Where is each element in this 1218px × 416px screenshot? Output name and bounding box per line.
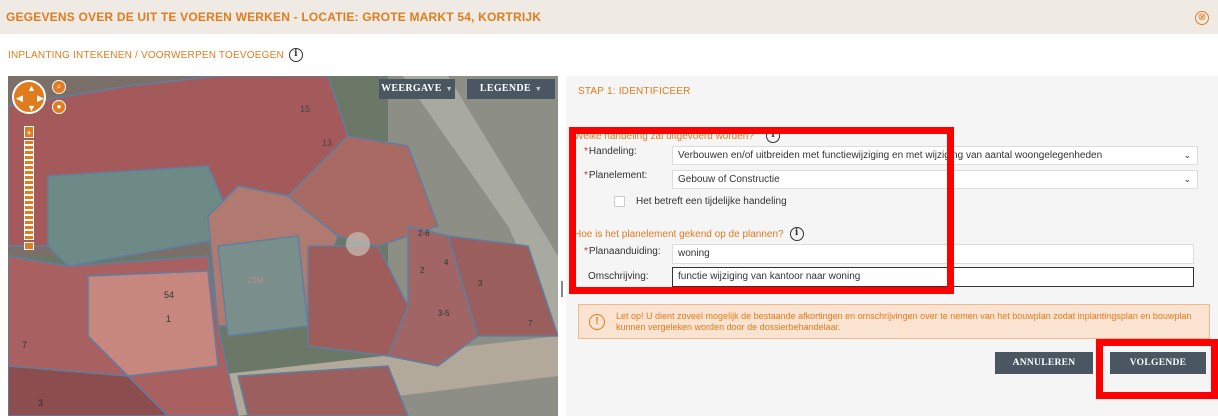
pan-right-icon[interactable]: ▶ xyxy=(37,93,44,104)
parcel-label: 3 xyxy=(478,279,483,288)
location-pin-icon[interactable]: ● xyxy=(52,100,66,114)
parcel-label: 7 xyxy=(22,340,27,350)
parcel-label: 1 xyxy=(166,314,171,324)
parcel-label: 21M xyxy=(248,276,264,285)
legende-button[interactable]: LEGENDE ▼ xyxy=(467,79,555,99)
chevron-down-icon: ▼ xyxy=(534,85,543,93)
map-canvas: 15 13 54 1 21M 7 3 2 4 3-5 2-6 3 7 xyxy=(8,76,558,416)
chevron-down-icon: ⌄ xyxy=(1183,150,1191,160)
chevron-down-icon: ⌄ xyxy=(1183,174,1191,184)
dialog-header: GEGEVENS OVER DE UIT TE VOEREN WERKEN - … xyxy=(0,0,1218,34)
parcel-label: 4 xyxy=(444,258,449,267)
map-view[interactable]: 15 13 54 1 21M 7 3 2 4 3-5 2-6 3 7 ▲ ▼ ◀… xyxy=(8,76,558,416)
parcel-label: 7 xyxy=(528,319,533,328)
subheader-label: INPLANTING INTEKENEN / VOORWERPEN TOEVOE… xyxy=(8,49,284,61)
pan-control[interactable]: ▲ ▼ ◀ ▶ xyxy=(12,80,46,114)
chevron-down-icon: ▼ xyxy=(445,85,453,93)
warning-icon: ! xyxy=(589,313,605,330)
annuleren-button[interactable]: ANNULEREN xyxy=(995,352,1093,374)
pan-up-icon[interactable]: ▲ xyxy=(27,83,36,93)
parcel-label: 3-5 xyxy=(438,309,450,318)
pan-down-icon[interactable]: ▼ xyxy=(27,103,36,113)
parcel-label: 3 xyxy=(38,398,43,408)
legende-label: LEGENDE xyxy=(479,83,531,94)
zoom-track[interactable] xyxy=(24,140,34,240)
parcel-label: 15 xyxy=(300,104,310,114)
zoom-out-icon[interactable] xyxy=(24,242,34,250)
parcel-label: 54 xyxy=(164,290,174,300)
warning-banner: ! Let op! U dient zoveel mogelijk de bes… xyxy=(578,304,1210,339)
info-icon[interactable]: i xyxy=(288,48,303,62)
dialog-title: GEGEVENS OVER DE UIT TE VOEREN WERKEN - … xyxy=(6,10,542,24)
zoom-slider[interactable]: + xyxy=(24,126,34,250)
parcel-label: 2-6 xyxy=(418,229,430,238)
highlight-box-volgende xyxy=(1096,339,1218,399)
highlight-box-form xyxy=(569,127,954,294)
panel-splitter[interactable] xyxy=(561,281,563,297)
parcel-label: 13 xyxy=(322,138,332,148)
search-location-icon[interactable]: ⌕ xyxy=(52,80,66,94)
zoom-in-icon[interactable]: + xyxy=(24,126,34,138)
parcel-label: 2 xyxy=(420,266,425,275)
subheader: INPLANTING INTEKENEN / VOORWERPEN TOEVOE… xyxy=(8,48,303,62)
close-icon[interactable]: ⊗ xyxy=(1195,11,1209,25)
pan-left-icon[interactable]: ◀ xyxy=(16,93,23,104)
weergave-button[interactable]: WEERGAVE ▼ xyxy=(379,79,455,99)
warning-text: Let op! U dient zoveel mogelijk de besta… xyxy=(616,310,1192,332)
step-title: STAP 1: IDENTIFICEER xyxy=(578,86,691,97)
weergave-label: WEERGAVE xyxy=(381,83,442,94)
